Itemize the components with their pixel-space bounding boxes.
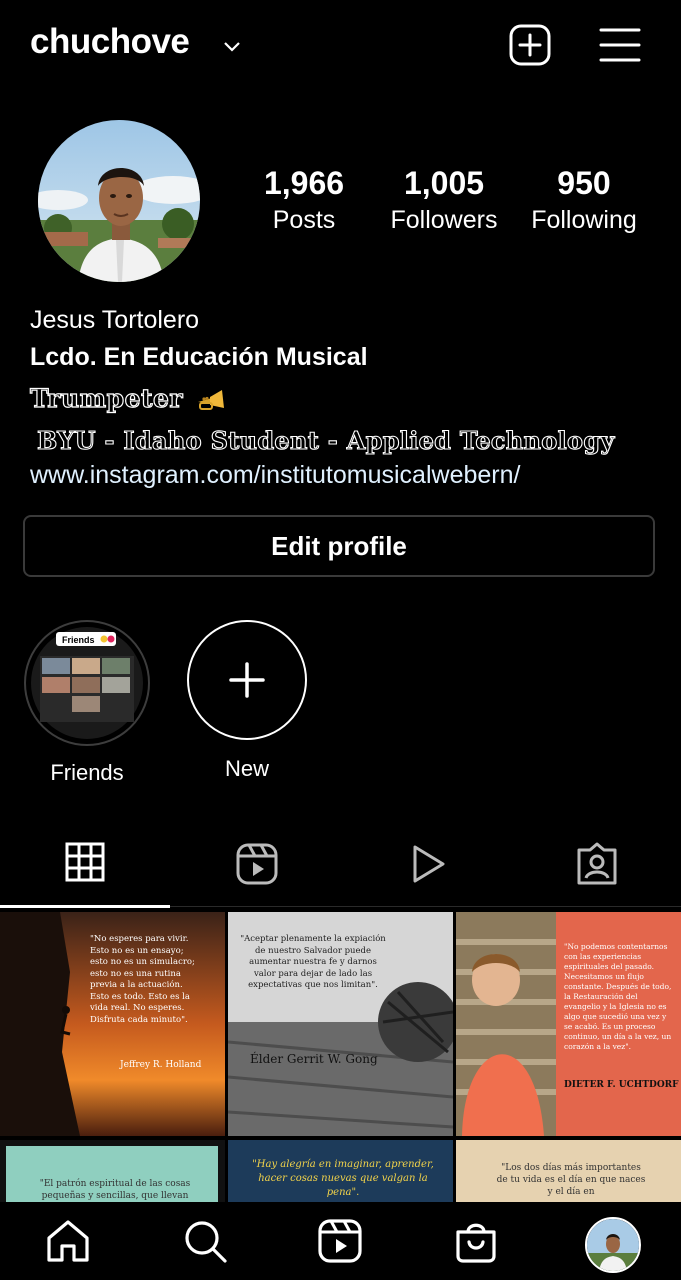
- post-thumbnail[interactable]: "El patrón espiritual de las cosas peque…: [0, 1140, 225, 1202]
- reels-nav-icon[interactable]: [317, 1218, 363, 1264]
- bio-line-trumpeter-text: Trumpeter: [29, 383, 184, 413]
- profile-avatar[interactable]: [38, 120, 200, 282]
- post-thumbnail[interactable]: "Hay alegría en imaginar, aprender, hace…: [228, 1140, 453, 1202]
- active-tab-indicator: [0, 905, 170, 908]
- highlight-friends-cover: Friends: [24, 620, 150, 746]
- profile-tabs: [0, 830, 681, 910]
- tagged-icon: [577, 842, 617, 885]
- following-count-label: Following: [531, 206, 637, 234]
- following-count[interactable]: 950 Following: [514, 165, 654, 235]
- play-icon: [413, 845, 445, 883]
- tab-reels[interactable]: [170, 830, 340, 908]
- post-quote: "Hay alegría en imaginar, aprender, hace…: [252, 1159, 434, 1198]
- post-thumbnail[interactable]: "Los dos días más importantes de tu vida…: [456, 1140, 681, 1202]
- bio-line-trumpeter: Trumpeter: [29, 383, 226, 414]
- tab-posts-grid[interactable]: [0, 830, 170, 908]
- edit-profile-button[interactable]: Edit profile: [23, 515, 655, 577]
- tab-tagged[interactable]: [510, 830, 680, 908]
- grid-icon: [65, 842, 105, 882]
- username[interactable]: chuchove: [30, 22, 190, 62]
- shop-icon[interactable]: [453, 1218, 499, 1264]
- followers-count-value: 1,005: [403, 165, 485, 201]
- profile-header: chuchove: [0, 0, 681, 90]
- highlight-friends-cover-text: Friends: [62, 635, 95, 645]
- search-icon[interactable]: [182, 1218, 228, 1264]
- post-quote: "No esperes para vivir. Esto no es un en…: [90, 934, 195, 1025]
- posts-count: 1,966 Posts: [234, 165, 374, 235]
- tab-videos[interactable]: [340, 830, 510, 908]
- post-thumbnail[interactable]: "Aceptar plenamente la expiación de nues…: [228, 912, 453, 1136]
- hamburger-menu-icon[interactable]: [598, 23, 642, 67]
- post-author: Jeffrey R. Holland: [120, 1060, 202, 1070]
- post-quote: "Aceptar plenamente la expiación de nues…: [240, 934, 386, 990]
- tab-divider: [170, 906, 681, 907]
- post-thumbnail[interactable]: "No esperes para vivir. Esto no es un en…: [0, 912, 225, 1136]
- bio-website-link[interactable]: www.instagram.com/institutomusicalwebern…: [30, 461, 520, 490]
- highlight-new-label: New: [224, 756, 269, 781]
- bottom-navigation: [0, 1202, 681, 1280]
- highlight-friends[interactable]: Friends Friends: [22, 620, 152, 786]
- post-thumbnail[interactable]: "No podemos contentarnos con las experie…: [456, 912, 681, 1136]
- highlight-friends-label: Friends: [50, 760, 124, 785]
- new-highlight-circle: [187, 620, 307, 740]
- chevron-down-icon[interactable]: [222, 36, 242, 56]
- posts-grid: "No esperes para vivir. Esto no es un en…: [0, 912, 681, 1202]
- post-quote: "El patrón espiritual de las cosas peque…: [39, 1179, 191, 1201]
- post-quote: "No podemos contentarnos con las experie…: [564, 942, 672, 1051]
- highlight-new[interactable]: New: [182, 620, 312, 782]
- display-name: Jesus Tortolero: [30, 306, 200, 334]
- posts-count-label: Posts: [272, 206, 336, 234]
- profile-tab-avatar[interactable]: [585, 1217, 641, 1273]
- following-count-value: 950: [557, 165, 611, 201]
- post-author: DIETER F. UCHTDORF: [564, 1080, 679, 1090]
- bio-line-byu: BYU - Idaho Student - Applied Technology: [36, 425, 615, 455]
- posts-count-value: 1,966: [263, 165, 345, 201]
- followers-count[interactable]: 1,005 Followers: [374, 165, 514, 235]
- plus-icon: [229, 662, 265, 698]
- followers-count-label: Followers: [390, 206, 498, 234]
- post-author: Élder Gerrit W. Gong: [250, 1052, 378, 1066]
- trumpet-icon: [198, 389, 225, 410]
- bio-title: Lcdo. En Educación Musical: [30, 343, 368, 371]
- home-icon[interactable]: [45, 1218, 91, 1264]
- post-quote: "Los dos días más importantes de tu vida…: [496, 1163, 646, 1197]
- plus-square-icon[interactable]: [508, 23, 552, 67]
- reels-icon: [236, 843, 278, 885]
